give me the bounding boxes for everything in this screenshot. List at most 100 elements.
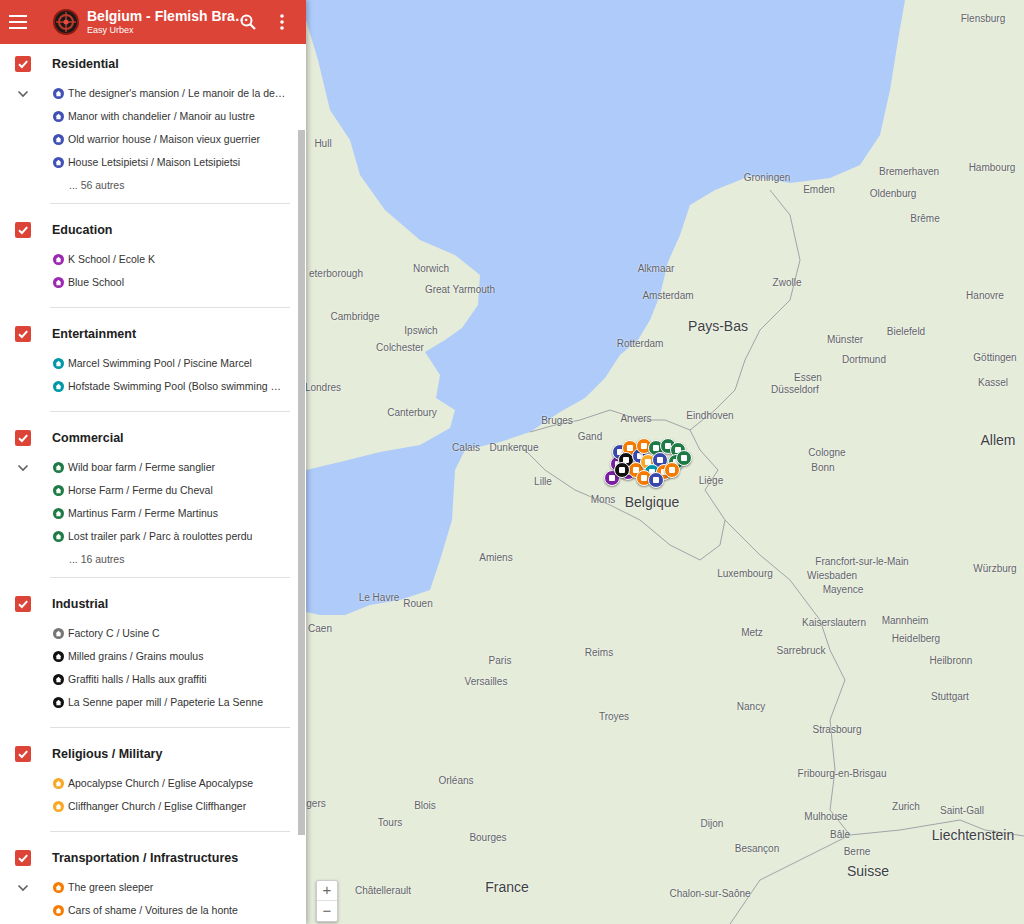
map-header: Belgium - Flemish Bra…Easy Urbex <box>0 0 306 44</box>
place-label[interactable]: Factory C / Usine C <box>68 626 160 642</box>
city-label: Strasbourg <box>813 722 862 737</box>
layer-checkbox[interactable] <box>15 222 31 238</box>
map-marker-icon[interactable] <box>648 472 664 488</box>
city-label: Emden <box>803 182 835 197</box>
layer-title[interactable]: Residential <box>52 55 119 74</box>
place-item[interactable]: Apocalypse Church / Eglise Apocalypse <box>0 772 296 795</box>
city-label: Hull <box>314 136 331 151</box>
layer-checkbox[interactable] <box>15 326 31 342</box>
place-item[interactable]: Marcel Swimming Pool / Piscine Marcel <box>0 352 296 375</box>
city-label: Kaiserslautern <box>802 615 866 630</box>
place-item[interactable]: The green sleeper <box>0 876 296 899</box>
place-item[interactable]: Manor with chandelier / Manoir au lustre <box>0 105 296 128</box>
menu-icon[interactable] <box>8 12 28 32</box>
more-places-row[interactable]: ... 16 autres <box>0 551 296 568</box>
place-item[interactable]: Milled grains / Grains moulus <box>0 645 296 668</box>
country-label: Allem <box>980 430 1015 451</box>
layer-title[interactable]: Entertainment <box>52 325 136 344</box>
city-label: Dortmund <box>842 352 886 367</box>
place-label[interactable]: Blue School <box>68 275 124 291</box>
layer-title[interactable]: Industrial <box>52 595 108 614</box>
layer-header: Commercial <box>0 426 296 450</box>
city-label: Eindhoven <box>686 408 733 423</box>
place-item[interactable]: Factory C / Usine C <box>0 622 296 645</box>
place-label[interactable]: Apocalypse Church / Eglise Apocalypse <box>68 776 253 792</box>
place-label[interactable]: Manor with chandelier / Manoir au lustre <box>68 109 255 125</box>
place-label[interactable]: The designer's mansion / Le manoir de la… <box>68 86 285 102</box>
search-icon[interactable] <box>236 10 260 34</box>
zoom-out-button[interactable]: − <box>317 901 337 921</box>
place-label[interactable]: K School / Ecole K <box>68 252 155 268</box>
place-item[interactable]: Lost trailer park / Parc à roulottes per… <box>0 525 296 548</box>
place-item[interactable]: The designer's mansion / Le manoir de la… <box>0 82 296 105</box>
more-places-row[interactable]: ... 56 autres <box>0 177 296 194</box>
place-item[interactable]: Hofstade Swimming Pool (Bolso swimming … <box>0 375 296 398</box>
place-label[interactable]: Martinus Farm / Ferme Martinus <box>68 506 218 522</box>
place-item[interactable]: House Letsipietsi / Maison Letsipietsi <box>0 151 296 174</box>
city-label: Luxembourg <box>717 566 773 581</box>
more-options-icon[interactable] <box>270 10 294 34</box>
place-label[interactable]: Hofstade Swimming Pool (Bolso swimming … <box>68 379 281 395</box>
expand-chevron-icon[interactable] <box>16 87 30 101</box>
place-item[interactable]: Graffiti halls / Halls aux graffiti <box>0 668 296 691</box>
place-label[interactable]: Lost trailer park / Parc à roulottes per… <box>68 529 252 545</box>
place-label[interactable]: House Letsipietsi / Maison Letsipietsi <box>68 155 240 171</box>
place-item[interactable]: Old warrior house / Maison vieux guerrie… <box>0 128 296 151</box>
layer-checkbox[interactable] <box>15 850 31 866</box>
layer-title[interactable]: Commercial <box>52 429 124 448</box>
place-item[interactable]: Martinus Farm / Ferme Martinus <box>0 502 296 525</box>
place-label[interactable]: Marcel Swimming Pool / Piscine Marcel <box>68 356 252 372</box>
city-label: Anvers <box>620 411 651 426</box>
place-label[interactable]: The green sleeper <box>68 880 153 896</box>
layer-header: Industrial <box>0 592 296 616</box>
city-label: Reims <box>585 645 613 660</box>
place-item[interactable]: Blue School <box>0 271 296 294</box>
city-label: Bonn <box>811 460 834 475</box>
city-label: gers <box>306 796 325 811</box>
layer-title[interactable]: Transportation / Infrastructures <box>52 849 238 868</box>
city-label: Blois <box>414 798 436 813</box>
place-item[interactable]: Cliffhanger Church / Eglise Cliffhanger <box>0 795 296 818</box>
expand-chevron-icon[interactable] <box>16 881 30 895</box>
layer-checkbox[interactable] <box>15 746 31 762</box>
place-item[interactable]: Horse Farm / Ferme du Cheval <box>0 479 296 502</box>
place-item[interactable]: K School / Ecole K <box>0 248 296 271</box>
place-label[interactable]: Milled grains / Grains moulus <box>68 649 203 665</box>
place-label[interactable]: Horse Farm / Ferme du Cheval <box>68 483 213 499</box>
more-places-link[interactable]: ... 56 autres <box>69 178 124 194</box>
zoom-in-button[interactable]: + <box>317 881 337 901</box>
scrollbar-thumb[interactable] <box>298 130 305 835</box>
map-marker-icon[interactable] <box>664 462 680 478</box>
map-subtitle: Easy Urbex <box>87 25 236 36</box>
place-label[interactable]: Wild boar farm / Ferme sanglier <box>68 460 215 476</box>
layer-checkbox[interactable] <box>15 430 31 446</box>
place-item[interactable]: Cars of shame / Voitures de la honte <box>0 899 296 922</box>
city-label: Oldenburg <box>870 186 917 201</box>
map-marker-icon[interactable] <box>676 450 692 466</box>
place-item[interactable]: La Senne paper mill / Papeterie La Senne <box>0 691 296 714</box>
city-label: Brême <box>910 211 939 226</box>
map-marker-icon[interactable] <box>614 462 630 478</box>
layer-title[interactable]: Education <box>52 221 112 240</box>
place-category-icon <box>53 905 64 916</box>
place-item[interactable]: Wild boar farm / Ferme sanglier <box>0 456 296 479</box>
place-category-icon <box>53 628 64 639</box>
more-places-link[interactable]: ... 16 autres <box>69 552 124 568</box>
city-label: Mayence <box>823 582 864 597</box>
place-label[interactable]: La Senne paper mill / Papeterie La Senne <box>68 695 263 711</box>
place-label[interactable]: Cliffhanger Church / Eglise Cliffhanger <box>68 799 246 815</box>
city-label: Flensburg <box>961 11 1005 26</box>
place-label[interactable]: Cars of shame / Voitures de la honte <box>68 903 238 919</box>
city-label: Mulhouse <box>804 809 847 824</box>
place-label[interactable]: Old warrior house / Maison vieux guerrie… <box>68 132 260 148</box>
place-label[interactable]: Graffiti halls / Halls aux graffiti <box>68 672 207 688</box>
place-category-icon <box>53 778 64 789</box>
layer-checkbox[interactable] <box>15 596 31 612</box>
layer-title[interactable]: Religious / Military <box>52 745 162 764</box>
layer-header: Residential <box>0 52 296 76</box>
expand-chevron-icon[interactable] <box>16 461 30 475</box>
map-view[interactable]: FlensburgHullHambourgBremerhavenGroninge… <box>306 0 1024 924</box>
layer-checkbox[interactable] <box>15 56 31 72</box>
layers-panel: Belgium - Flemish Bra…Easy Urbex Resident… <box>0 0 306 924</box>
country-label: Suisse <box>847 861 889 882</box>
